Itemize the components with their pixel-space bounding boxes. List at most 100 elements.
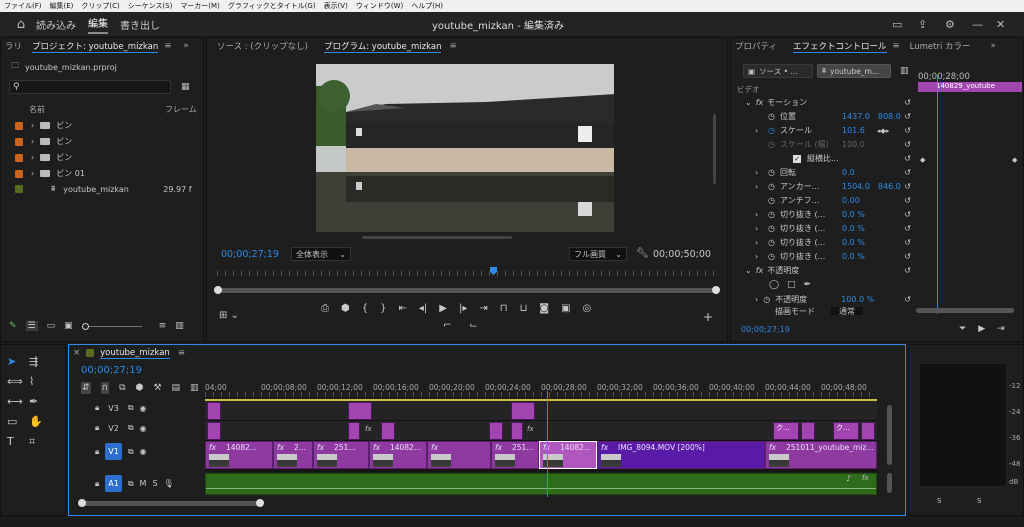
export-icon[interactable]: ⇥ (997, 324, 1005, 334)
sync-lock-icon[interactable]: ⧉ (128, 423, 134, 433)
zoom-level-select[interactable]: 全体表示 ⌄ (291, 247, 351, 261)
fx-clip[interactable] (511, 422, 523, 440)
chevron-right-icon[interactable]: › (31, 137, 34, 146)
effect-property-row[interactable]: › ◷ スケール 101.6 ◂◆▸ ↺ (755, 125, 911, 136)
sync-lock-icon[interactable]: ⧉ (128, 447, 134, 457)
razor-tool-icon[interactable]: ⌇ (29, 375, 51, 388)
chevron-right-icon[interactable]: › (755, 224, 763, 233)
track-target[interactable]: V3 (105, 404, 122, 413)
solo-button[interactable]: S (152, 479, 157, 488)
sync-lock-icon[interactable]: ⧉ (128, 479, 134, 489)
lock-icon[interactable]: 🔒︎ (95, 479, 99, 489)
stopwatch-icon[interactable]: ◷ (768, 168, 775, 177)
effect-property-row[interactable]: › ◷ 切り抜き (... 0.0 % ↺ (755, 237, 911, 248)
selection-tool-icon[interactable]: ➤ (7, 355, 29, 368)
effect-scrollbar[interactable] (916, 308, 1014, 313)
mini-playhead[interactable] (937, 74, 938, 314)
solo-right-button[interactable]: S (977, 497, 981, 505)
source-chip[interactable]: ▣ ソース • ... (743, 64, 813, 78)
property-value-1[interactable]: 0.0 % (842, 238, 865, 247)
stopwatch-icon[interactable]: ◷ (763, 295, 770, 304)
rectangle-mask-icon[interactable]: □ (787, 280, 796, 290)
video-clip[interactable]: 14082... fx (369, 441, 427, 469)
pencil-icon[interactable]: ✎ (9, 321, 17, 331)
tab-project[interactable]: プロジェクト: youtube_mizkan (32, 40, 159, 53)
transition-clip[interactable] (348, 402, 372, 420)
marker-icon[interactable]: ⬢ (341, 303, 350, 314)
microphone-icon[interactable]: 🎙︎ (164, 479, 174, 488)
eye-icon[interactable]: ◉ (140, 424, 147, 433)
chevron-down-icon[interactable]: ⌄ (745, 266, 752, 275)
video-clip[interactable]: IMG_8094.MOV [200%] fx (597, 441, 765, 469)
motion-row[interactable]: ⌄ fx モーション ↺ (745, 97, 911, 108)
hand-tool-icon[interactable]: ✋ (29, 415, 51, 428)
reset-icon[interactable]: ↺ (904, 210, 911, 219)
pen-mask-icon[interactable]: ✒ (804, 280, 812, 290)
list-item[interactable]: › ビン (15, 120, 72, 131)
chevron-down-icon[interactable]: ⌄ (745, 98, 752, 107)
timeline-scrollbar-h[interactable] (78, 499, 264, 507)
effect-property-row[interactable]: › ◷ 切り抜き (... 0.0 % ↺ (755, 209, 911, 220)
sync-lock-icon[interactable]: ⧉ (128, 403, 134, 413)
track-divider[interactable] (205, 469, 877, 472)
track-a1[interactable]: ♪ fx (205, 473, 877, 495)
stopwatch-icon[interactable]: ◷ (768, 182, 775, 191)
stopwatch-icon[interactable]: ◷ (768, 196, 775, 205)
timeline-scrollbar-v-video[interactable] (887, 405, 892, 465)
reset-icon[interactable]: ↺ (904, 98, 911, 107)
transition-clip[interactable] (801, 422, 815, 440)
stopwatch-icon[interactable]: ◷ (768, 210, 775, 219)
reset-icon[interactable]: ↺ (904, 112, 911, 121)
effect-property-row[interactable]: ◷ アンチフ... 0.00 ↺ (755, 195, 911, 206)
chevron-right-icon[interactable] (755, 112, 763, 121)
timeline-ruler[interactable]: 04;00 00;00;08;00 00;00;12;00 00;00;16;00 00… (205, 381, 877, 397)
list-item[interactable]: › ビン (15, 136, 72, 147)
reset-icon[interactable]: ↺ (904, 154, 911, 163)
solo-left-button[interactable]: S (937, 497, 941, 505)
menu-clip[interactable]: クリップ(C) (77, 1, 123, 11)
fullscreen-icon[interactable]: ▭ (892, 18, 902, 31)
track-target[interactable]: V2 (105, 424, 122, 433)
property-value-1[interactable]: 0.00 (842, 196, 860, 205)
comparison-icon[interactable]: ▣ (561, 303, 570, 314)
stopwatch-icon[interactable]: ◷ (768, 140, 775, 149)
rectangle-tool-icon[interactable]: ▭ (7, 415, 29, 428)
list-item[interactable]: › ビン (15, 152, 72, 163)
toggle-timeline-view-icon[interactable]: ▥ (900, 66, 909, 76)
pen-tool-icon[interactable]: ✒ (29, 395, 51, 408)
col-name[interactable]: 名前 (29, 104, 165, 115)
track-select-tool-icon[interactable]: ⇶ (29, 355, 51, 368)
workspace-export[interactable]: 書き出し (120, 17, 160, 32)
multicam-icon[interactable]: ▥ (190, 383, 199, 393)
property-value-2[interactable]: 808.0 (878, 112, 901, 121)
menu-marker[interactable]: マーカー(M) (176, 1, 224, 11)
lock-icon[interactable]: 🔒︎ (95, 423, 99, 433)
monitor-time-ruler[interactable] (217, 271, 717, 276)
effect-property-row[interactable]: › ◷ 切り抜き (... 0.0 % ↺ (755, 223, 911, 234)
track-target[interactable]: V1 (105, 443, 122, 460)
playback-quality-select[interactable]: フル画質 ⌄ (569, 247, 627, 261)
reset-icon[interactable]: ↺ (904, 126, 911, 135)
title-clip[interactable]: ク... (773, 422, 799, 440)
effect-property-row[interactable]: › ◷ アンカー... 1504.0 846.0 ↺ (755, 181, 911, 192)
chevron-right-icon[interactable]: › (31, 121, 34, 130)
transition-clip[interactable] (861, 422, 875, 440)
transition-clip[interactable] (511, 402, 535, 420)
menu-file[interactable]: ファイル(F) (0, 1, 46, 11)
keyframe-icon[interactable]: ◆ (920, 156, 925, 164)
keyframe-nav-icon[interactable]: ◂◆▸ (877, 127, 889, 135)
new-bin-filter-icon[interactable]: ▦ (181, 82, 190, 92)
stopwatch-icon[interactable]: ◷ (768, 252, 775, 261)
checkbox-icon[interactable]: ✓ (793, 154, 801, 163)
share-icon[interactable]: ⇪ (918, 18, 927, 31)
close-icon[interactable]: × (73, 348, 80, 358)
filter-icon[interactable]: ⏷ (959, 324, 966, 334)
home-icon[interactable]: ⌂ (6, 17, 36, 32)
captions-icon[interactable]: ▤ (172, 383, 181, 393)
minimize-icon[interactable]: — (972, 18, 983, 31)
chevron-right-icon[interactable] (755, 140, 763, 149)
freeform-view-icon[interactable]: ▣ (64, 321, 73, 331)
transition-clip[interactable] (207, 422, 221, 440)
close-icon[interactable]: ✕ (996, 18, 1005, 31)
monitor-scrollbar-h[interactable] (362, 236, 512, 239)
